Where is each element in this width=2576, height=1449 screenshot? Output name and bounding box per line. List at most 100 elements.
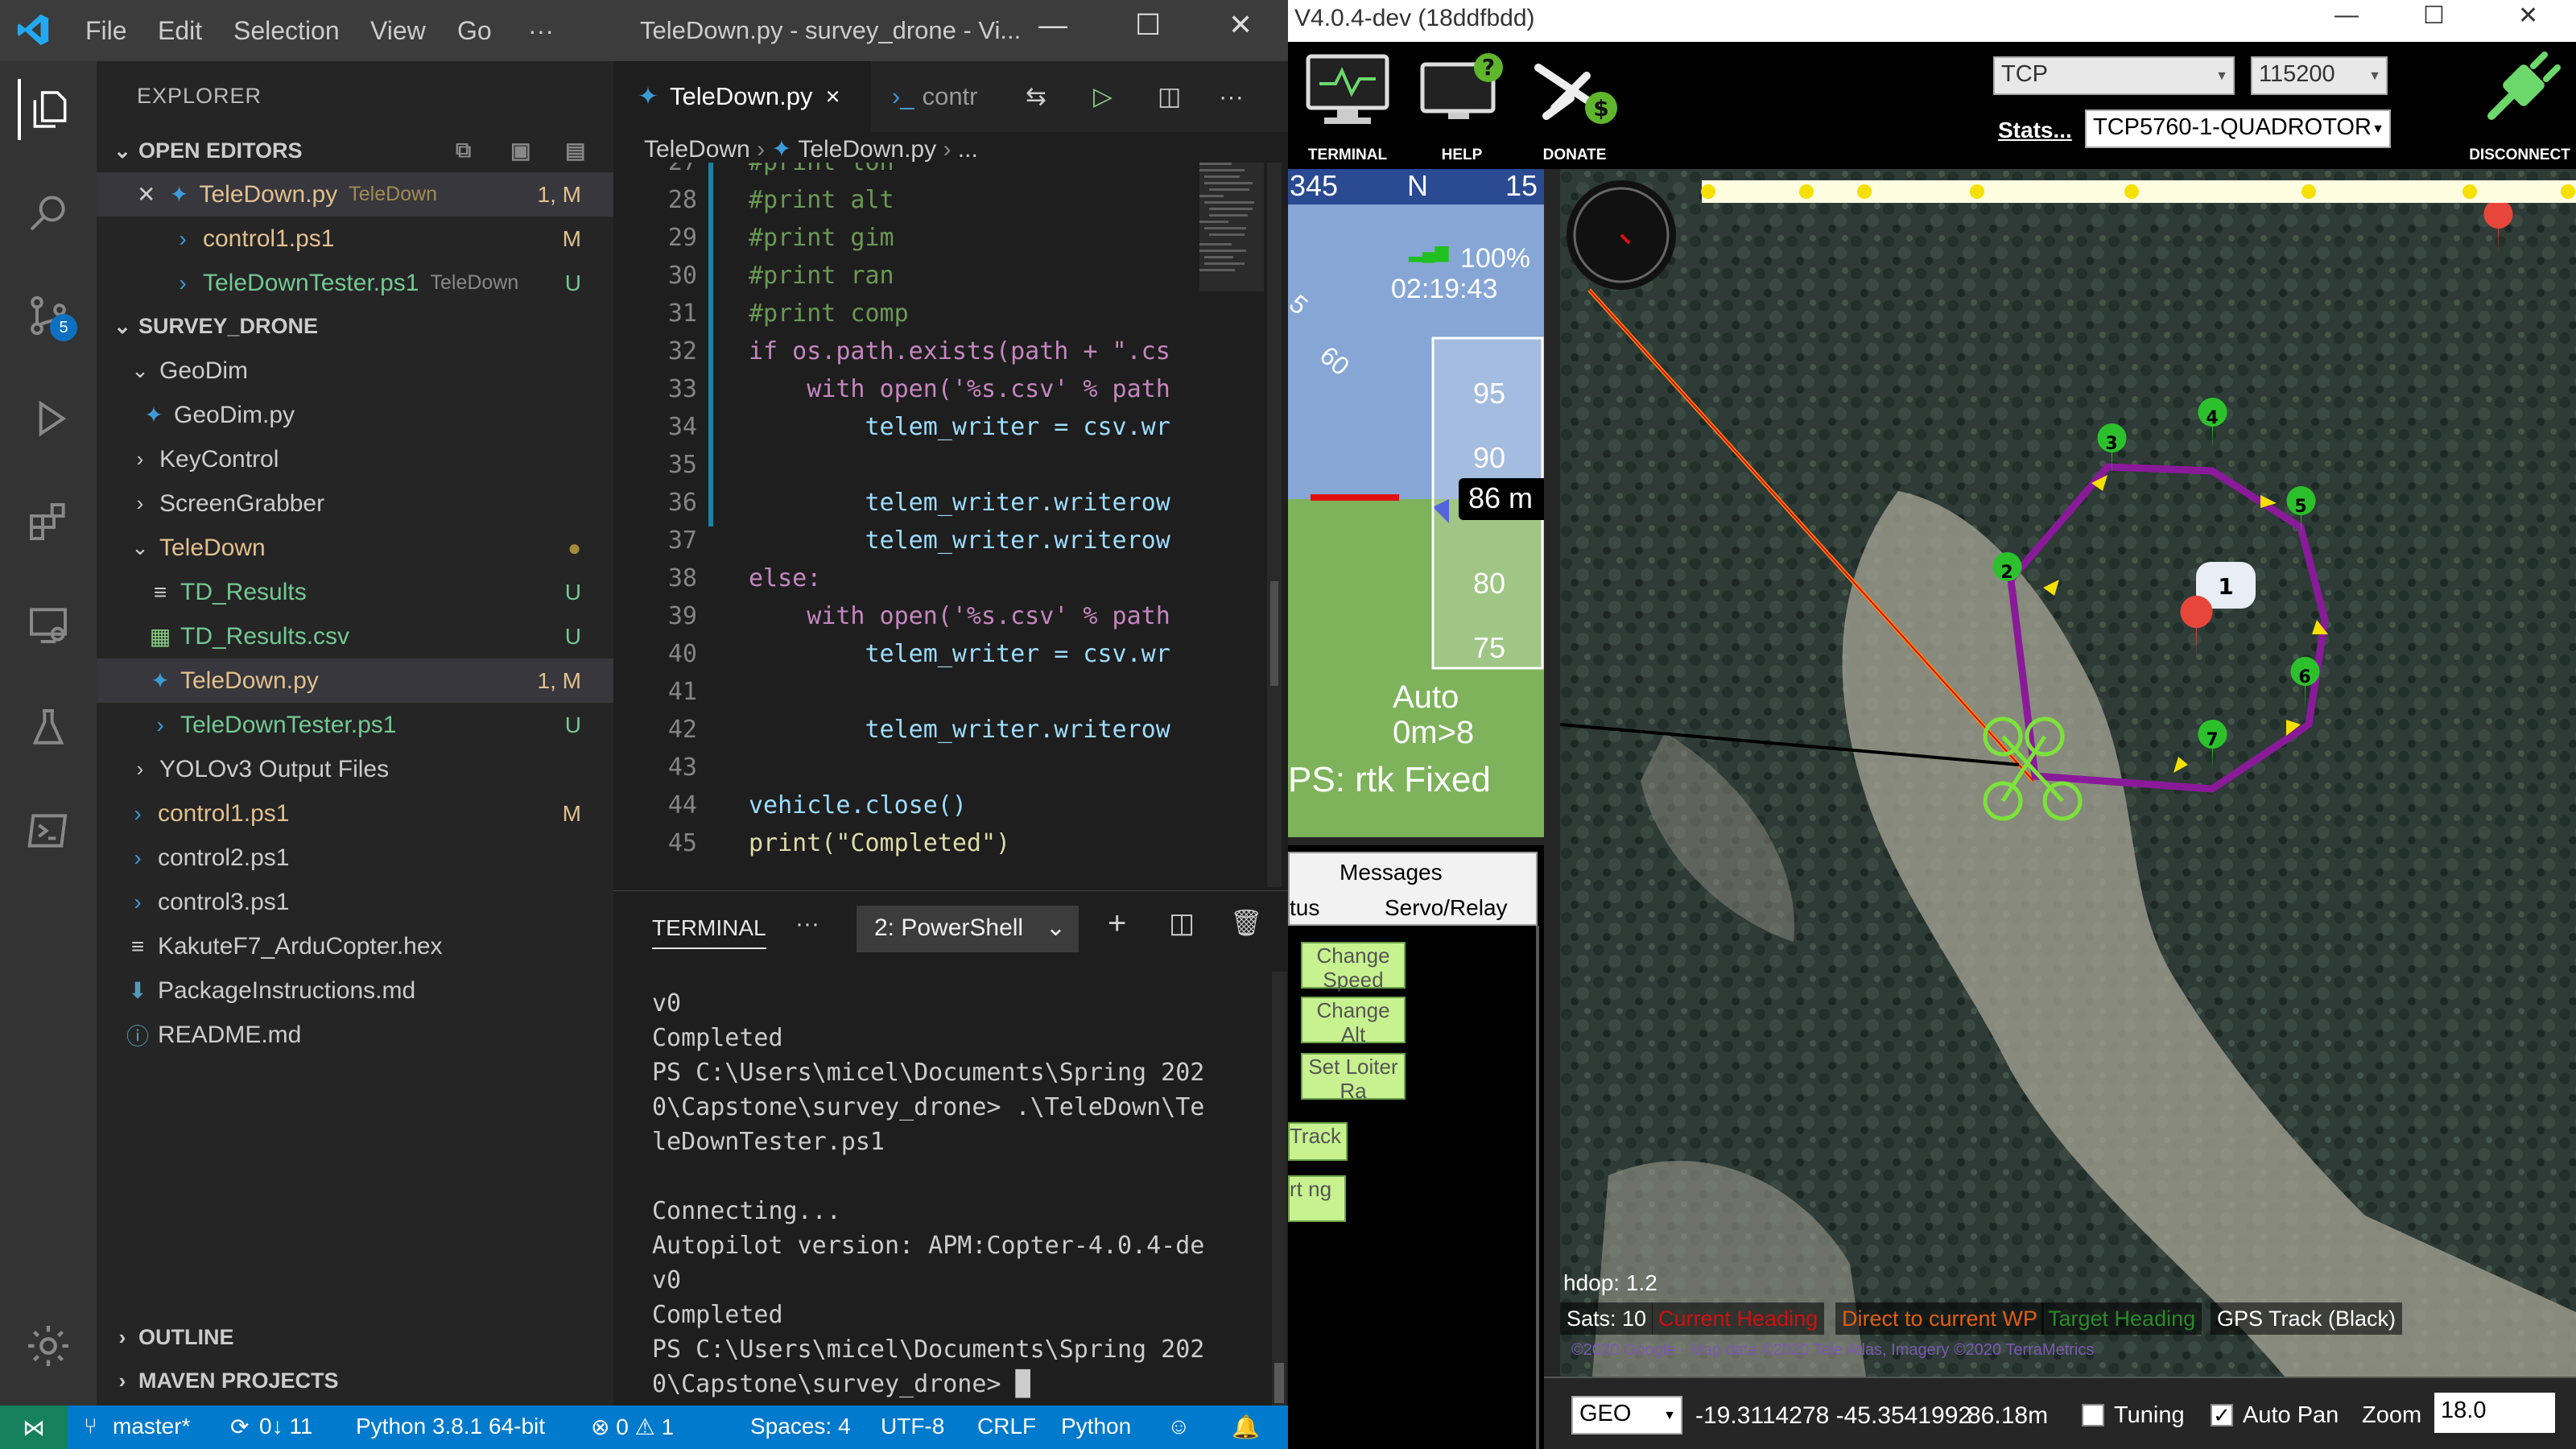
baud-rate-select[interactable]: 115200 ▼ (2251, 56, 2388, 95)
menu-view[interactable]: View (370, 16, 426, 46)
notifications-bell-icon[interactable]: 🔔 (1232, 1414, 1260, 1440)
split-editor-icon[interactable]: ◫ (1158, 61, 1181, 132)
tree-file[interactable]: ≡ KakuteF7_ArduCopter.hex (97, 924, 613, 968)
python-interpreter[interactable]: Python 3.8.1 64-bit (356, 1414, 545, 1439)
link-select[interactable]: TCP5760-1-QUADROTOR ▼ (2085, 109, 2391, 148)
close-editor-icon[interactable]: ✕ (137, 181, 155, 208)
tree-file[interactable]: ≡ TD_Results U (97, 570, 613, 614)
code-editor[interactable]: 27 #print lon 28 #print alt 29 #print gim 30 #p… (613, 163, 1193, 887)
project-header[interactable]: ⌄ SURVEY_DRONE (97, 304, 613, 348)
breadcrumb-symbol[interactable]: ... (958, 136, 978, 163)
remote-indicator-icon[interactable]: ⋈ (0, 1406, 68, 1449)
tree-folder[interactable]: › YOLOv3 Output Files (97, 747, 613, 791)
terminal-output[interactable]: v0 Completed PS C:\Users\micel\Documents… (652, 986, 1248, 1402)
open-editor-item[interactable]: › TeleDownTester.ps1 TeleDown U (97, 261, 613, 305)
tree-folder[interactable]: ⌄ GeoDim (97, 349, 613, 393)
disconnect-button[interactable]: DISCONNECT (2463, 52, 2576, 164)
mp-minimize-button[interactable]: — (2334, 2, 2359, 29)
mp-close-button[interactable]: ✕ (2518, 2, 2538, 30)
language-mode[interactable]: Python (1061, 1414, 1131, 1439)
tree-file[interactable]: ✦ GeoDim.py (97, 393, 613, 437)
change-speed-button[interactable]: Change Speed (1301, 942, 1406, 992)
compare-changes-icon[interactable]: ⇆ (1026, 61, 1046, 132)
problems-count[interactable]: ⊗ 0 ⚠ 1 (591, 1414, 674, 1440)
new-terminal-icon[interactable]: + (1108, 906, 1126, 942)
close-button[interactable]: ✕ (1228, 8, 1253, 42)
satellite-map[interactable]: 2 3 4 5 6 7 1 hdop: 1.2 Sats: 10 Current… (1560, 169, 2576, 1377)
donate-tool-button[interactable]: $ DONATE (1526, 52, 1623, 164)
open-editors-header[interactable]: ⌄ OPEN EDITORS ⧉ ▣ ▤ (97, 129, 613, 172)
more-actions-icon[interactable]: ··· (1219, 61, 1244, 132)
tree-folder[interactable]: ⌄ TeleDown ● (97, 526, 613, 570)
editor-scrollbar[interactable] (1267, 163, 1282, 887)
run-debug-icon[interactable] (18, 388, 79, 449)
tree-file[interactable]: ⬇ PackageInstructions.md (97, 968, 613, 1013)
maven-header[interactable]: › MAVEN PROJECTS (97, 1359, 613, 1402)
tree-file-selected[interactable]: ✦ TeleDown.py 1, M (97, 658, 613, 703)
coordinate-format-select[interactable]: GEO ▼ (1571, 1396, 1682, 1435)
terminal-scrollbar[interactable] (1272, 972, 1286, 1406)
open-editor-item[interactable]: › control1.ps1 M (97, 217, 613, 261)
encoding[interactable]: UTF-8 (881, 1414, 944, 1439)
stats-link[interactable]: Stats... (1998, 118, 2072, 143)
indentation[interactable]: Spaces: 4 (750, 1414, 851, 1439)
kill-terminal-icon[interactable]: 🗑 (1230, 907, 1263, 938)
zoom-input[interactable]: 18.0 (2434, 1393, 2555, 1433)
extensions-icon[interactable] (18, 491, 79, 552)
tree-file[interactable]: ⓘ README.md (97, 1013, 613, 1057)
terminal-shell-select[interactable]: 2: PowerShell ⌄ (857, 906, 1079, 952)
maximize-button[interactable]: ☐ (1135, 8, 1161, 42)
run-icon[interactable]: ▷ (1093, 61, 1113, 132)
tree-file[interactable]: › control3.ps1 (97, 880, 613, 924)
terminal-tool-button[interactable]: TERMINAL (1299, 52, 1396, 164)
tree-folder[interactable]: › ScreenGrabber (97, 481, 613, 526)
tab-teledown-py[interactable]: ✦ TeleDown.py × (613, 61, 871, 132)
tab-terminal[interactable]: TERMINAL (652, 915, 766, 949)
explorer-icon[interactable] (18, 79, 79, 140)
outline-header[interactable]: › OUTLINE (97, 1315, 613, 1359)
tree-file[interactable]: › TeleDownTester.ps1 U (97, 703, 613, 747)
track-button[interactable]: Track (1288, 1122, 1348, 1161)
minimap[interactable] (1199, 163, 1264, 388)
help-tool-button[interactable]: ? HELP (1414, 52, 1510, 164)
change-alt-button[interactable]: Change Alt (1301, 997, 1406, 1046)
menu-selection[interactable]: Selection (233, 16, 340, 46)
set-loiter-radius-button[interactable]: Set Loiter Ra (1301, 1053, 1406, 1103)
feedback-icon[interactable]: ☺ (1167, 1414, 1191, 1439)
settings-gear-icon[interactable] (18, 1315, 79, 1377)
auto-pan-checkbox[interactable]: ✓ (2211, 1404, 2233, 1426)
open-editor-item[interactable]: ✕ ✦ TeleDown.py TeleDown 1, M (97, 172, 613, 217)
panel-more-icon[interactable]: ··· (795, 910, 819, 938)
tree-file[interactable]: › control2.ps1 (97, 836, 613, 880)
tab-servo-relay[interactable]: Servo/Relay (1385, 895, 1508, 921)
menu-file[interactable]: File (85, 16, 127, 46)
git-branch[interactable]: master* (113, 1414, 190, 1439)
split-terminal-icon[interactable]: ◫ (1169, 907, 1195, 939)
breadcrumb-folder[interactable]: TeleDown (644, 136, 750, 163)
remote-explorer-icon[interactable] (18, 594, 79, 655)
tuning-checkbox[interactable] (2082, 1404, 2104, 1426)
powershell-icon[interactable] (18, 800, 79, 861)
tab-control1[interactable]: ›_ contr (879, 61, 1005, 132)
minimize-button[interactable]: — (1038, 8, 1067, 42)
close-tab-icon[interactable]: × (825, 82, 840, 111)
end-of-line[interactable]: CRLF (977, 1414, 1036, 1439)
new-file-icon[interactable]: ⧉ (456, 138, 471, 163)
menu-more[interactable]: ··· (528, 16, 554, 46)
close-all-icon[interactable]: ▤ (565, 138, 586, 163)
breadcrumb-file[interactable]: TeleDown.py (798, 136, 936, 163)
menu-edit[interactable]: Edit (158, 16, 202, 46)
tab-status[interactable]: tus (1290, 895, 1319, 921)
source-control-icon[interactable]: 5 (18, 285, 79, 346)
tree-file[interactable]: ▦ TD_Results.csv U (97, 614, 613, 658)
start-button[interactable]: rt ng (1288, 1175, 1346, 1222)
testing-icon[interactable] (18, 697, 79, 758)
search-icon[interactable] (18, 182, 79, 243)
git-sync[interactable]: 0↓ 11 (259, 1414, 312, 1439)
flight-hud[interactable]: 345 N 15 ▂▄▆ 100% 02:19:43 5 60 95 90 86… (1288, 169, 1544, 837)
mp-maximize-button[interactable]: ☐ (2423, 2, 2445, 30)
menu-go[interactable]: Go (457, 16, 492, 46)
connection-type-select[interactable]: TCP ▼ (1993, 56, 2235, 95)
tree-folder[interactable]: › KeyControl (97, 437, 613, 481)
tree-file[interactable]: › control1.ps1 M (97, 791, 613, 836)
